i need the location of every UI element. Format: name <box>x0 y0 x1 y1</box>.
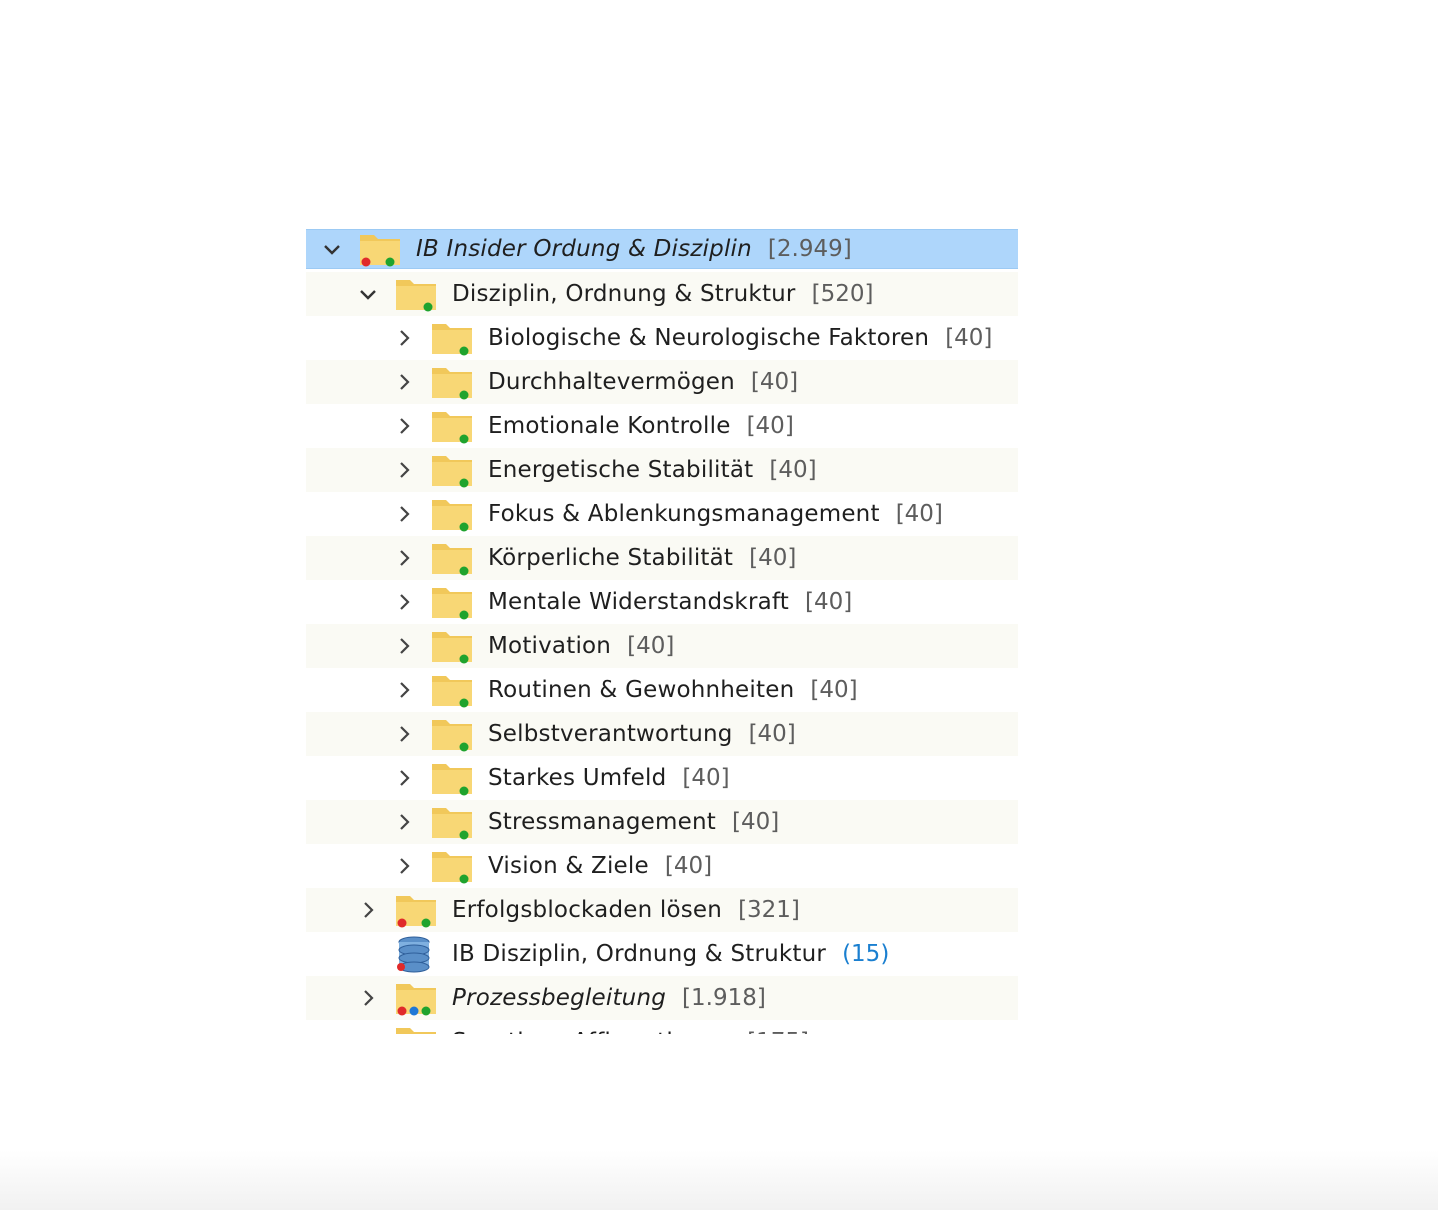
folder-icon <box>428 494 476 534</box>
tree-row-label: Prozessbegleitung <box>452 985 667 1011</box>
tree-row-child[interactable]: Selbstverantwortung [40] <box>306 712 1018 756</box>
tree-row-count: [40] <box>627 633 675 659</box>
tree-row-count: [40] <box>750 369 799 395</box>
chevron-right-icon[interactable] <box>394 372 414 392</box>
tree-children: Biologische & Neurologische Faktoren [40]… <box>306 316 1018 888</box>
tree-row-label: Vision & Ziele <box>488 853 649 879</box>
tree-row-label: Durchhaltevermögen <box>488 369 735 395</box>
tree-row-count: [2.949] <box>767 236 852 262</box>
tree-row-label: Stressmanagement <box>488 809 716 835</box>
tree-row-count: [520] <box>811 281 874 307</box>
tree-row-child[interactable]: Stressmanagement [40] <box>306 800 1018 844</box>
tree-row-count: [40] <box>746 413 794 439</box>
folder-icon <box>356 229 404 269</box>
tree-row-label: Biologische & Neurologische Faktoren <box>488 325 930 351</box>
tree-row-sibling[interactable]: Prozessbegleitung [1.918] <box>306 976 1018 1020</box>
folder-icon <box>428 802 476 842</box>
chevron-right-icon[interactable] <box>394 768 414 788</box>
folder-icon <box>392 1022 440 1034</box>
folder-icon <box>428 450 476 490</box>
tree-row-label: Mentale Widerstandskraft <box>488 589 790 615</box>
tree-row-count: [40] <box>805 589 853 615</box>
tree-row-child[interactable]: Durchhaltevermögen [40] <box>306 360 1018 404</box>
tree-row-root[interactable]: IB Insider Ordung & Disziplin [2.949] <box>306 229 1018 269</box>
folder-icon <box>428 714 476 754</box>
tree-row-count: [40] <box>749 545 797 571</box>
chevron-right-icon[interactable] <box>394 504 414 524</box>
tree-row-sibling[interactable]: IB Disziplin, Ordnung & Struktur (15) <box>306 932 1018 976</box>
chevron-right-icon[interactable] <box>394 856 414 876</box>
folder-icon <box>428 758 476 798</box>
tree-row-child[interactable]: Mentale Widerstandskraft [40] <box>306 580 1018 624</box>
folder-icon <box>392 978 440 1018</box>
database-icon <box>392 934 440 974</box>
folder-icon <box>428 406 476 446</box>
tree-row-child[interactable]: Starkes Umfeld [40] <box>306 756 1018 800</box>
chevron-down-icon[interactable] <box>322 239 342 259</box>
tree-row-count: (15) <box>842 941 890 967</box>
folder-icon <box>392 890 440 930</box>
tree-row-label: Starkes Umfeld <box>488 765 667 791</box>
chevron-right-icon[interactable] <box>394 328 414 348</box>
folder-icon <box>428 626 476 666</box>
tree-row-count: [40] <box>895 501 943 527</box>
chevron-down-icon[interactable] <box>358 284 378 304</box>
tree-row-count: [40] <box>810 677 858 703</box>
folder-tree: IB Insider Ordung & Disziplin [2.949] Di… <box>306 226 1018 1034</box>
tree-row-count: [1.918] <box>682 985 766 1011</box>
folder-icon <box>428 538 476 578</box>
tree-row-count: [40] <box>664 853 713 879</box>
tree-row-label: Disziplin, Ordnung & Struktur <box>452 281 796 307</box>
chevron-right-icon[interactable] <box>394 812 414 832</box>
tree-row-label: Sonstiges Affirmationen <box>452 1029 731 1034</box>
tree-row-count: [40] <box>945 325 993 351</box>
tree-siblings: Erfolgsblockaden lösen [321] IB Disziplin… <box>306 888 1018 1034</box>
tree-row-sibling[interactable]: Erfolgsblockaden lösen [321] <box>306 888 1018 932</box>
tree-row-label: IB Insider Ordung & Disziplin <box>416 236 752 262</box>
chevron-right-icon[interactable] <box>394 724 414 744</box>
bottom-edge <box>0 1150 1438 1210</box>
folder-icon <box>428 670 476 710</box>
tree-row-child[interactable]: Energetische Stabilität [40] <box>306 448 1018 492</box>
chevron-right-icon[interactable] <box>394 416 414 436</box>
tree-row-label: Routinen & Gewohnheiten <box>488 677 795 703</box>
tree-row-child[interactable]: Motivation [40] <box>306 624 1018 668</box>
tree-row-count: [40] <box>748 721 796 747</box>
tree-row-label: Emotionale Kontrolle <box>488 413 731 439</box>
tree-row-count: [40] <box>682 765 730 791</box>
tree-row-count: [175] <box>747 1029 809 1034</box>
tree-row-child[interactable]: Körperliche Stabilität [40] <box>306 536 1018 580</box>
chevron-right-icon[interactable] <box>394 680 414 700</box>
tree-row-child[interactable]: Emotionale Kontrolle [40] <box>306 404 1018 448</box>
chevron-right-icon[interactable] <box>394 460 414 480</box>
chevron-right-icon[interactable] <box>394 548 414 568</box>
folder-icon <box>428 582 476 622</box>
tree-row-label: Körperliche Stabilität <box>488 545 734 571</box>
chevron-right-icon[interactable] <box>394 592 414 612</box>
tree-row-count: [40] <box>731 809 780 835</box>
folder-icon <box>428 318 476 358</box>
tree-row-child[interactable]: Vision & Ziele [40] <box>306 844 1018 888</box>
tree-row-label: Selbstverantwortung <box>488 721 733 747</box>
tree-row-child[interactable]: Biologische & Neurologische Faktoren [40] <box>306 316 1018 360</box>
tree-row-label: Energetische Stabilität <box>488 457 754 483</box>
tree-row-label: Motivation <box>488 633 612 659</box>
tree-row-label: IB Disziplin, Ordnung & Struktur <box>452 941 827 967</box>
tree-row-count: [40] <box>769 457 817 483</box>
tree-row-group[interactable]: Disziplin, Ordnung & Struktur [520] <box>306 272 1018 316</box>
tree-row-count: [321] <box>738 897 800 923</box>
tree-row-label: Erfolgsblockaden lösen <box>452 897 723 923</box>
folder-icon <box>428 362 476 402</box>
chevron-right-icon[interactable] <box>358 988 378 1008</box>
chevron-right-icon[interactable] <box>358 900 378 920</box>
tree-row-child[interactable]: Routinen & Gewohnheiten [40] <box>306 668 1018 712</box>
chevron-right-icon[interactable] <box>394 636 414 656</box>
tree-row-sibling[interactable]: Sonstiges Affirmationen [175] <box>306 1020 1018 1034</box>
chevron-right-icon[interactable] <box>358 1032 378 1034</box>
tree-row-label: Fokus & Ablenkungsmanagement <box>488 501 880 527</box>
folder-icon <box>428 846 476 886</box>
folder-icon <box>392 274 440 314</box>
tree-row-child[interactable]: Fokus & Ablenkungsmanagement [40] <box>306 492 1018 536</box>
